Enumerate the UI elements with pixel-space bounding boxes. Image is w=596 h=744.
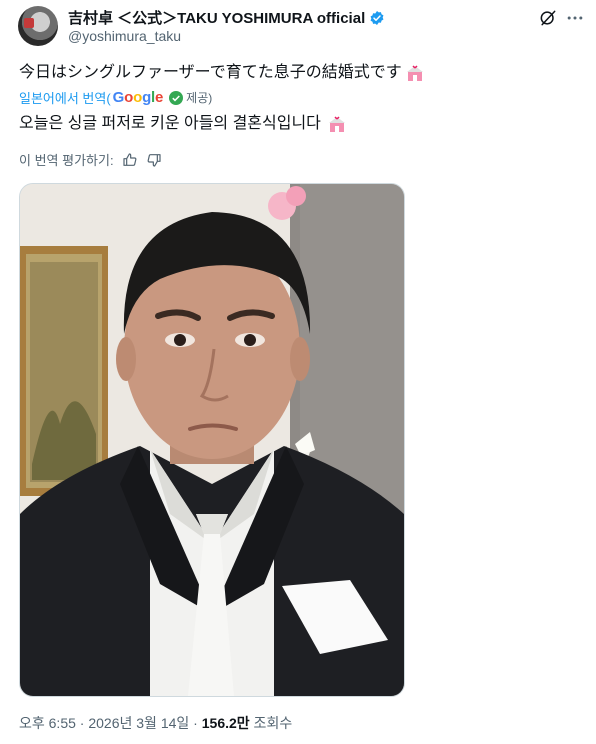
- rate-label: 이 번역 평가하기:: [19, 153, 114, 168]
- display-name[interactable]: 吉村卓 ＜公式＞TAKU YOSHIMURA official: [68, 7, 365, 28]
- tweet-time[interactable]: 오후 6:55: [19, 715, 76, 731]
- author-name-row[interactable]: 吉村卓 ＜公式＞TAKU YOSHIMURA official: [68, 7, 385, 28]
- view-count: 156.2만: [201, 715, 250, 731]
- translate-link[interactable]: 일본어에서 번역(: [19, 88, 111, 107]
- thumbs-down-icon[interactable]: [146, 152, 162, 168]
- verified-badge-icon: [370, 10, 384, 25]
- more-icon[interactable]: [565, 8, 585, 28]
- google-logo: Google: [112, 89, 164, 106]
- original-text: 今日はシングルファーザーで育てた息子の結婚式です: [19, 64, 402, 81]
- tweet-original-text: 今日はシングルファーザーで育てた息子の結婚式です: [19, 62, 425, 84]
- author-handle[interactable]: @yoshimura_taku: [68, 28, 181, 44]
- tweet-photo[interactable]: [19, 183, 405, 697]
- photo-illustration: [20, 184, 404, 696]
- views-label: 조회수: [249, 715, 293, 731]
- translated-text: 오늘은 싱글 퍼저로 키운 아들의 결혼식입니다: [19, 115, 321, 132]
- provided-label: 제공): [169, 89, 212, 106]
- check-circle-icon: [169, 90, 184, 105]
- thumbs-up-icon[interactable]: [122, 152, 138, 168]
- tweet-meta: 오후 6:55 · 2026년 3월 14일 · 156.2만 조회수: [19, 715, 293, 731]
- tweet-translated-text: 오늘은 싱글 퍼저로 키운 아들의 결혼식입니다: [19, 113, 347, 135]
- chapel-emoji: [406, 65, 423, 81]
- tweet-date[interactable]: 2026년 3월 14일: [88, 715, 189, 731]
- rate-translation-row: 이 번역 평가하기:: [19, 150, 162, 169]
- grok-icon[interactable]: [538, 8, 558, 28]
- avatar[interactable]: [18, 6, 58, 46]
- translation-attribution: 일본어에서 번역( Google 제공): [19, 88, 212, 107]
- chapel-emoji: [328, 116, 345, 132]
